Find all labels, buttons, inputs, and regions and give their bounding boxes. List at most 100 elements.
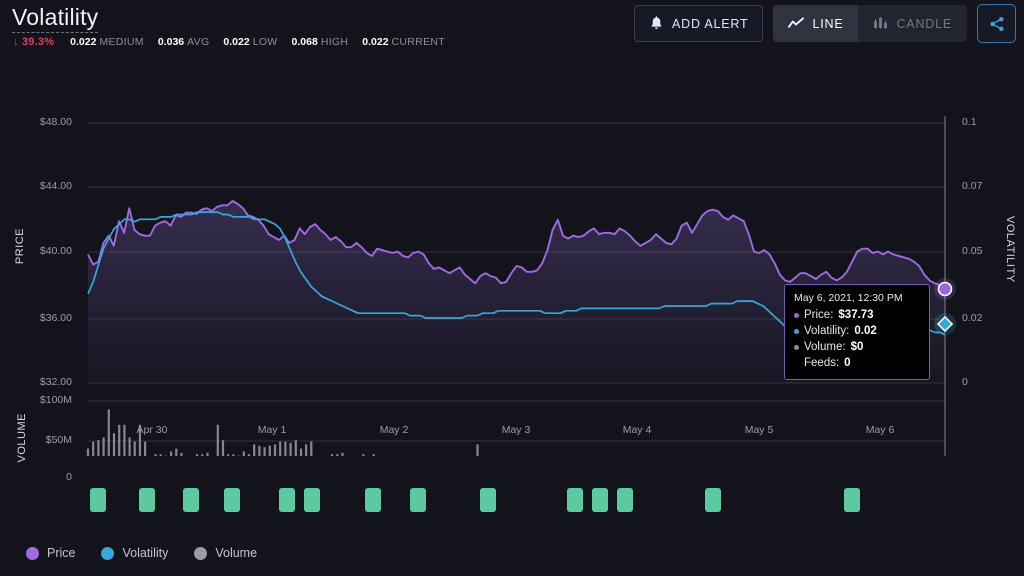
change-percent-value: 39.3% — [21, 36, 55, 48]
event-marker[interactable] — [705, 488, 721, 512]
axis-tick-label: $36.00 — [39, 312, 72, 324]
page-title: Volatility — [12, 4, 99, 33]
event-marker[interactable] — [90, 488, 106, 512]
tooltip-volume-dot — [794, 344, 799, 350]
axis-tick-label: 0.1 — [962, 116, 977, 128]
chart-header: Volatility ↓ 39.3% 0.022 MEDIUM 0.036 AVG … — [0, 0, 1024, 56]
stat-current: 0.022 CURRENT — [362, 36, 445, 48]
down-arrow-icon: ↓ — [13, 36, 19, 48]
legend-volume-dot — [194, 546, 208, 560]
tooltip-volatility-value: 0.02 — [854, 325, 877, 337]
volatility-chart-app: Volatility ↓ 39.3% 0.022 MEDIUM 0.036 AVG … — [0, 0, 1024, 576]
event-marker[interactable] — [224, 488, 240, 512]
axis-tick-label: Apr 30 — [136, 424, 168, 436]
share-icon — [989, 16, 1003, 31]
axis-tick-label: May 3 — [501, 424, 531, 436]
legend-price-label: Price — [47, 546, 76, 560]
tooltip-row-volatility: Volatility: 0.02 — [794, 323, 920, 339]
hover-tooltip: May 6, 2021, 12:30 PM Price: $37.73 Vola… — [784, 284, 930, 380]
chart-type-toggle: LINE CANDLE — [773, 5, 967, 42]
tooltip-volume-label: Volume: — [804, 341, 846, 353]
event-marker[interactable] — [410, 488, 426, 512]
legend-item-volume[interactable]: Volume — [194, 546, 257, 560]
legend-volume-label: Volume — [215, 546, 258, 560]
stat-avg-value: 0.036 — [157, 36, 185, 48]
axis-tick-label: $44.00 — [39, 180, 72, 192]
tooltip-price-dot — [794, 312, 799, 318]
add-alert-button[interactable]: ADD ALERT — [634, 5, 764, 42]
axis-tick-label: May 6 — [865, 424, 895, 436]
volatility-axis-label: VOLATILITY — [1004, 216, 1016, 283]
tab-line-chart[interactable]: LINE — [773, 5, 859, 42]
event-marker[interactable] — [567, 488, 583, 512]
axis-tick-label: $32.00 — [39, 376, 72, 388]
stat-low-value: 0.022 — [223, 36, 250, 48]
axis-tick-label: 0 — [962, 376, 968, 388]
stat-current-value: 0.022 — [362, 36, 389, 48]
event-marker[interactable] — [617, 488, 633, 512]
event-markers-row — [0, 488, 1024, 518]
stat-medium: 0.022 MEDIUM — [70, 36, 144, 48]
change-percent: ↓ 39.3% — [13, 36, 54, 48]
tooltip-feeds-label: Feeds: — [804, 357, 840, 369]
stat-medium-value: 0.022 — [70, 36, 97, 48]
stat-high: 0.068 HIGH — [292, 36, 349, 48]
stat-current-label: CURRENT — [391, 36, 445, 48]
event-marker[interactable] — [139, 488, 155, 512]
event-marker[interactable] — [844, 488, 860, 512]
stat-low-label: LOW — [252, 36, 278, 48]
line-chart-icon — [788, 17, 805, 28]
tooltip-feeds-value: 0 — [844, 357, 851, 369]
tooltip-row-volume: Volume: $0 — [794, 339, 920, 355]
stat-low: 0.022 LOW — [223, 36, 277, 48]
tooltip-price-label: Price: — [804, 309, 834, 321]
stat-high-value: 0.068 — [291, 36, 318, 48]
legend-volatility-label: Volatility — [122, 546, 169, 560]
tab-line-chart-label: LINE — [812, 16, 844, 31]
tooltip-price-value: $37.73 — [838, 309, 874, 321]
tooltip-volume-value: $0 — [850, 341, 864, 353]
share-button[interactable] — [977, 4, 1016, 43]
axis-tick-label: 0.07 — [962, 180, 983, 192]
stats-bar: ↓ 39.3% 0.022 MEDIUM 0.036 AVG 0.022 LOW 0.… — [13, 36, 459, 48]
axis-tick-label: $40.00 — [39, 245, 72, 257]
tooltip-volatility-label: Volatility: — [804, 325, 850, 337]
add-alert-label: ADD ALERT — [672, 16, 749, 31]
legend-price-dot — [26, 546, 39, 560]
stat-avg: 0.036 AVG — [158, 36, 210, 48]
tooltip-row-feeds: Feeds: 0 — [794, 355, 920, 371]
chart-canvas[interactable]: PRICE VOLUME VOLATILITY $48.00 $44.00 $40.… — [0, 56, 1024, 483]
axis-tick-label: May 1 — [257, 424, 287, 436]
candle-chart-icon — [874, 17, 888, 29]
axis-tick-label: $48.00 — [39, 116, 72, 128]
chart-legend: Price Volatility Volume — [26, 546, 257, 560]
event-marker[interactable] — [304, 488, 320, 512]
tooltip-row-price: Price: $37.73 — [794, 307, 920, 323]
axis-tick-label: 0.05 — [962, 245, 983, 257]
event-marker[interactable] — [480, 488, 496, 512]
legend-volatility-dot — [101, 546, 115, 560]
chart-svg — [86, 116, 956, 479]
tooltip-date: May 6, 2021, 12:30 PM — [794, 292, 903, 304]
stat-avg-label: AVG — [187, 36, 210, 48]
event-marker[interactable] — [279, 488, 295, 512]
axis-tick-label: May 2 — [379, 424, 409, 436]
event-marker[interactable] — [365, 488, 381, 512]
event-marker[interactable] — [183, 488, 199, 512]
header-actions: ADD ALERT LINE CANDLE — [634, 4, 1016, 43]
axis-tick-label: May 4 — [622, 424, 652, 436]
stat-medium-label: MEDIUM — [99, 36, 144, 48]
legend-item-volatility[interactable]: Volatility — [101, 546, 168, 560]
axis-tick-label: $50M — [45, 434, 72, 446]
tab-candle-chart-label: CANDLE — [896, 16, 952, 31]
axis-tick-label: 0.02 — [962, 312, 983, 324]
event-marker[interactable] — [592, 488, 608, 512]
axis-tick-label: 0 — [66, 471, 72, 483]
axis-tick-label: $100M — [39, 394, 72, 406]
page-title-wrap: Volatility — [12, 4, 99, 33]
tab-candle-chart[interactable]: CANDLE — [858, 5, 967, 42]
legend-item-price[interactable]: Price — [26, 546, 75, 560]
axis-tick-label: May 5 — [744, 424, 774, 436]
stat-high-label: HIGH — [320, 36, 349, 48]
bell-icon — [651, 15, 662, 29]
